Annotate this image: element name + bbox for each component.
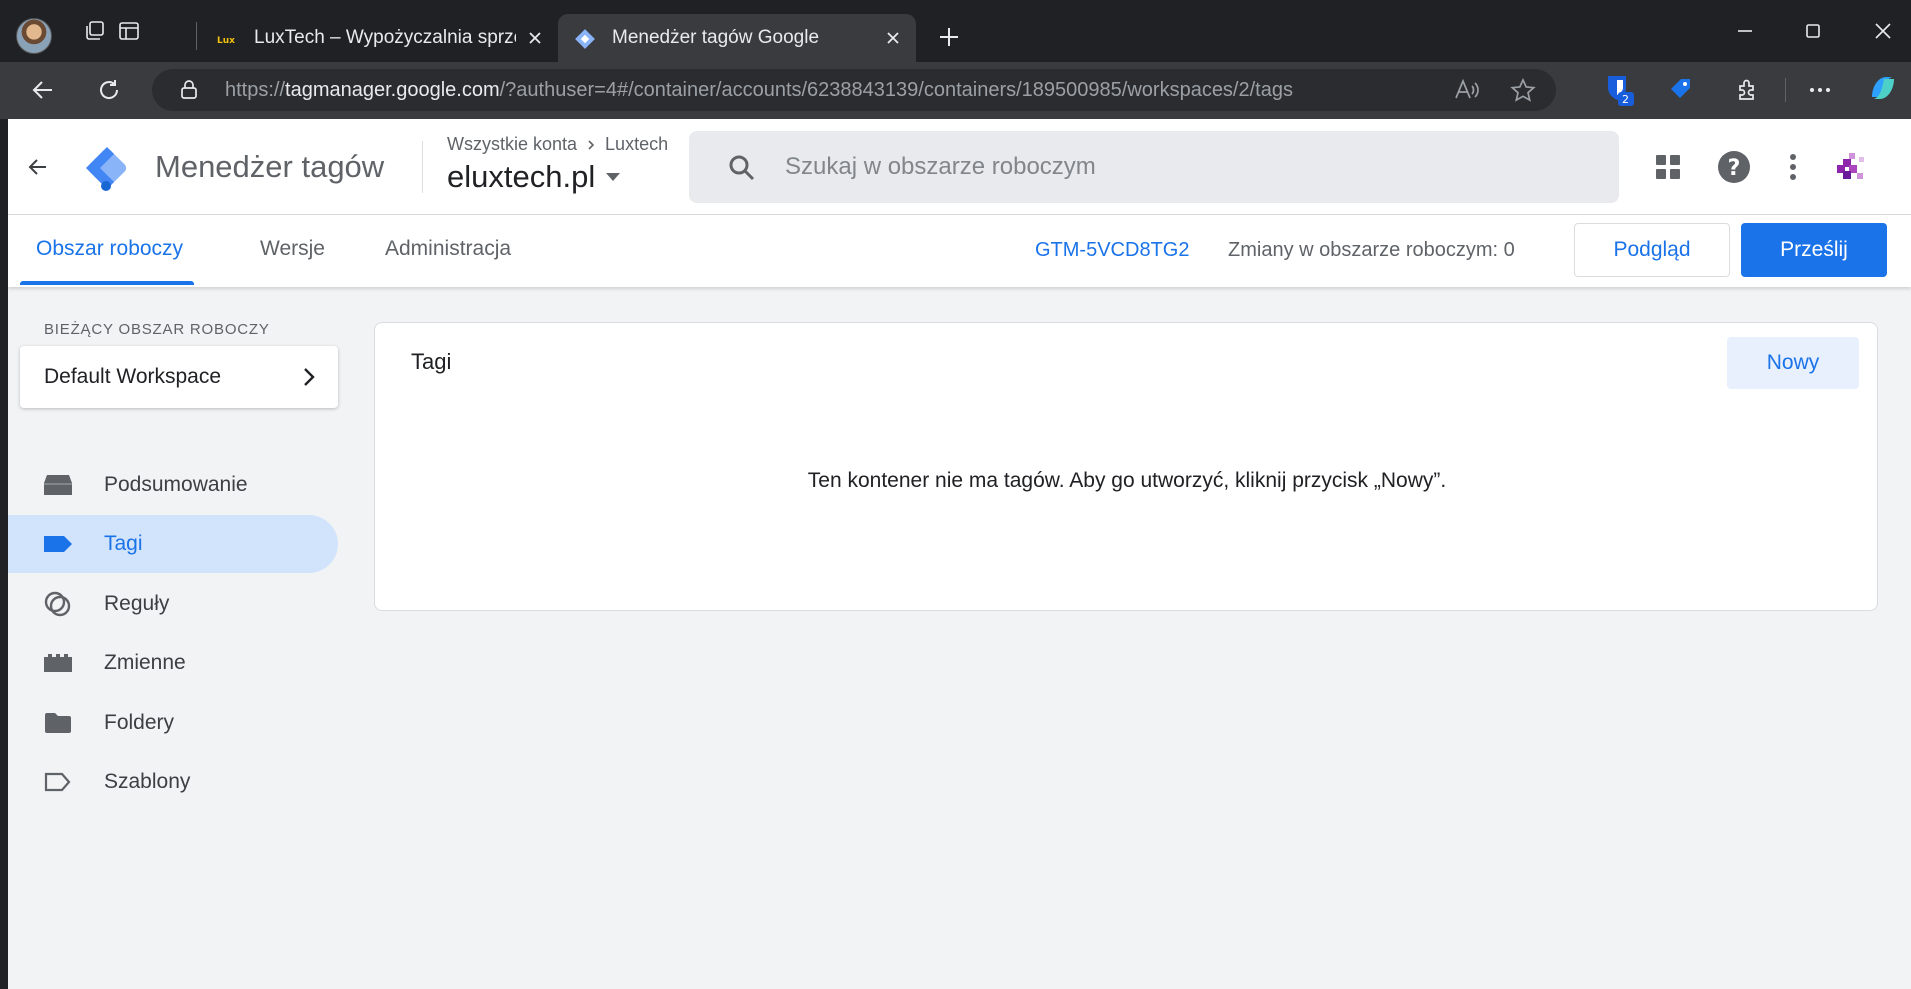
- tab-title: Menedżer tagów Google: [612, 27, 820, 48]
- workspace-selector[interactable]: Default Workspace: [20, 346, 338, 408]
- sidebar-item-label: Reguły: [104, 592, 170, 615]
- container-name: eluxtech.pl: [447, 159, 596, 194]
- current-workspace-label: BIEŻĄCY OBSZAR ROBOCZY: [44, 321, 270, 338]
- toolbar-separator: [1785, 78, 1786, 102]
- tab-luxtech[interactable]: Lux LuxTech – Wypożyczalnia sprzętu: [200, 14, 558, 62]
- sidebar-item-label: Tagi: [104, 532, 143, 555]
- tab-gtm[interactable]: Menedżer tagów Google: [558, 14, 916, 62]
- tab-versions[interactable]: Wersje: [260, 237, 325, 261]
- workspace-name: Default Workspace: [44, 365, 222, 388]
- sidebar-item-label: Foldery: [104, 711, 175, 734]
- search-icon: [727, 153, 757, 183]
- help-icon[interactable]: ?: [1714, 147, 1754, 187]
- sidebar-item-folders[interactable]: Foldery: [8, 694, 338, 752]
- search-input[interactable]: [785, 145, 1585, 189]
- tab-title: LuxTech – Wypożyczalnia sprzętu: [254, 27, 516, 48]
- more-vert-icon[interactable]: [1773, 147, 1813, 187]
- trigger-icon: [42, 591, 74, 617]
- copilot-icon[interactable]: [1866, 71, 1900, 105]
- luxtech-favicon: Lux: [216, 28, 238, 50]
- folder-icon: [42, 710, 74, 736]
- gtm-logo-icon[interactable]: [82, 143, 132, 193]
- chevron-right-icon: [296, 365, 320, 389]
- svg-text:?: ?: [1728, 156, 1741, 181]
- maximize-icon[interactable]: [1790, 14, 1836, 48]
- chevron-right-icon: [588, 139, 595, 150]
- preview-button[interactable]: Podgląd: [1574, 223, 1730, 277]
- dropdown-arrow-icon: [606, 173, 621, 181]
- browser-toolbar: https://tagmanager.google.com/?authuser=…: [0, 62, 1911, 119]
- breadcrumb-account[interactable]: Luxtech: [605, 134, 668, 155]
- url-text: https://tagmanager.google.com/?authuser=…: [225, 79, 1293, 101]
- browser-tabstrip: Lux LuxTech – Wypożyczalnia sprzętu Mene…: [0, 0, 1911, 62]
- favorite-star-icon[interactable]: [1510, 77, 1536, 107]
- breadcrumb[interactable]: Wszystkie konta Luxtech: [447, 134, 668, 155]
- reload-icon[interactable]: [92, 73, 126, 107]
- close-window-icon[interactable]: [1860, 14, 1906, 48]
- sidebar-item-triggers[interactable]: Reguły: [8, 575, 338, 633]
- sidebar-item-label: Szablony: [104, 770, 191, 793]
- card-title: Tagi: [411, 349, 452, 374]
- minimize-icon[interactable]: [1722, 14, 1768, 48]
- more-menu-icon[interactable]: [1803, 73, 1837, 107]
- vertical-tabs-icon[interactable]: [112, 14, 146, 48]
- tab-admin[interactable]: Administracja: [385, 237, 511, 261]
- sidebar-item-label: Zmienne: [104, 651, 186, 674]
- svg-text:Lux: Lux: [217, 36, 235, 46]
- apps-grid-icon[interactable]: [1648, 147, 1688, 187]
- address-bar[interactable]: https://tagmanager.google.com/?authuser=…: [152, 69, 1556, 111]
- new-tag-button[interactable]: Nowy: [1727, 337, 1859, 389]
- header-divider: [422, 141, 423, 193]
- active-tab-indicator: [20, 281, 194, 285]
- app-header: Menedżer tagów Wszystkie konta Luxtech e…: [8, 119, 1911, 215]
- workspace-search[interactable]: [689, 131, 1619, 203]
- sidebar-item-variables[interactable]: Zmienne: [8, 634, 338, 692]
- template-icon: [42, 769, 74, 795]
- product-name: Menedżer tagów: [155, 149, 385, 184]
- tag-icon: [42, 531, 74, 557]
- breadcrumb-all-accounts[interactable]: Wszystkie konta: [447, 134, 577, 155]
- gtm-favicon: [574, 28, 596, 50]
- back-arrow-icon[interactable]: [20, 149, 56, 185]
- sidebar-item-templates[interactable]: Szablony: [8, 753, 338, 811]
- sidebar-item-overview[interactable]: Podsumowanie: [8, 456, 338, 514]
- svg-text:2: 2: [1622, 93, 1629, 106]
- container-selector[interactable]: eluxtech.pl: [447, 159, 621, 195]
- overview-icon: [42, 472, 74, 498]
- close-tab-icon[interactable]: [524, 27, 546, 49]
- tag-assistant-extension-icon[interactable]: [1665, 73, 1699, 107]
- gtm-app: Menedżer tagów Wszystkie konta Luxtech e…: [8, 119, 1911, 989]
- container-id-link[interactable]: GTM-5VCD8TG2: [1035, 239, 1189, 262]
- back-icon[interactable]: [26, 73, 60, 107]
- variable-icon: [42, 650, 74, 676]
- sidebar-item-tags[interactable]: Tagi: [8, 515, 338, 573]
- empty-state-message: Ten kontener nie ma tagów. Aby go utworz…: [807, 469, 1447, 492]
- new-tab-icon[interactable]: [932, 20, 966, 54]
- tab-workspace[interactable]: Obszar roboczy: [36, 237, 183, 261]
- read-aloud-icon[interactable]: [1454, 78, 1480, 107]
- lock-icon[interactable]: [178, 79, 200, 106]
- workspace-changes-count: Zmiany w obszarze roboczym: 0: [1228, 239, 1515, 261]
- bitwarden-extension-icon[interactable]: 2: [1602, 73, 1636, 107]
- tags-card: Tagi Nowy Ten kontener nie ma tagów. Aby…: [374, 322, 1878, 611]
- extensions-puzzle-icon[interactable]: [1731, 73, 1765, 107]
- workspace-subnav: Obszar roboczy Wersje Administracja GTM-…: [8, 215, 1911, 287]
- account-avatar-icon[interactable]: [1831, 147, 1871, 187]
- close-tab-icon[interactable]: [882, 27, 904, 49]
- sidebar-item-label: Podsumowanie: [104, 473, 248, 496]
- submit-button[interactable]: Prześlij: [1741, 223, 1887, 277]
- workspaces-icon[interactable]: [78, 14, 112, 48]
- profile-avatar[interactable]: [16, 18, 52, 54]
- tab-separator: [196, 22, 197, 50]
